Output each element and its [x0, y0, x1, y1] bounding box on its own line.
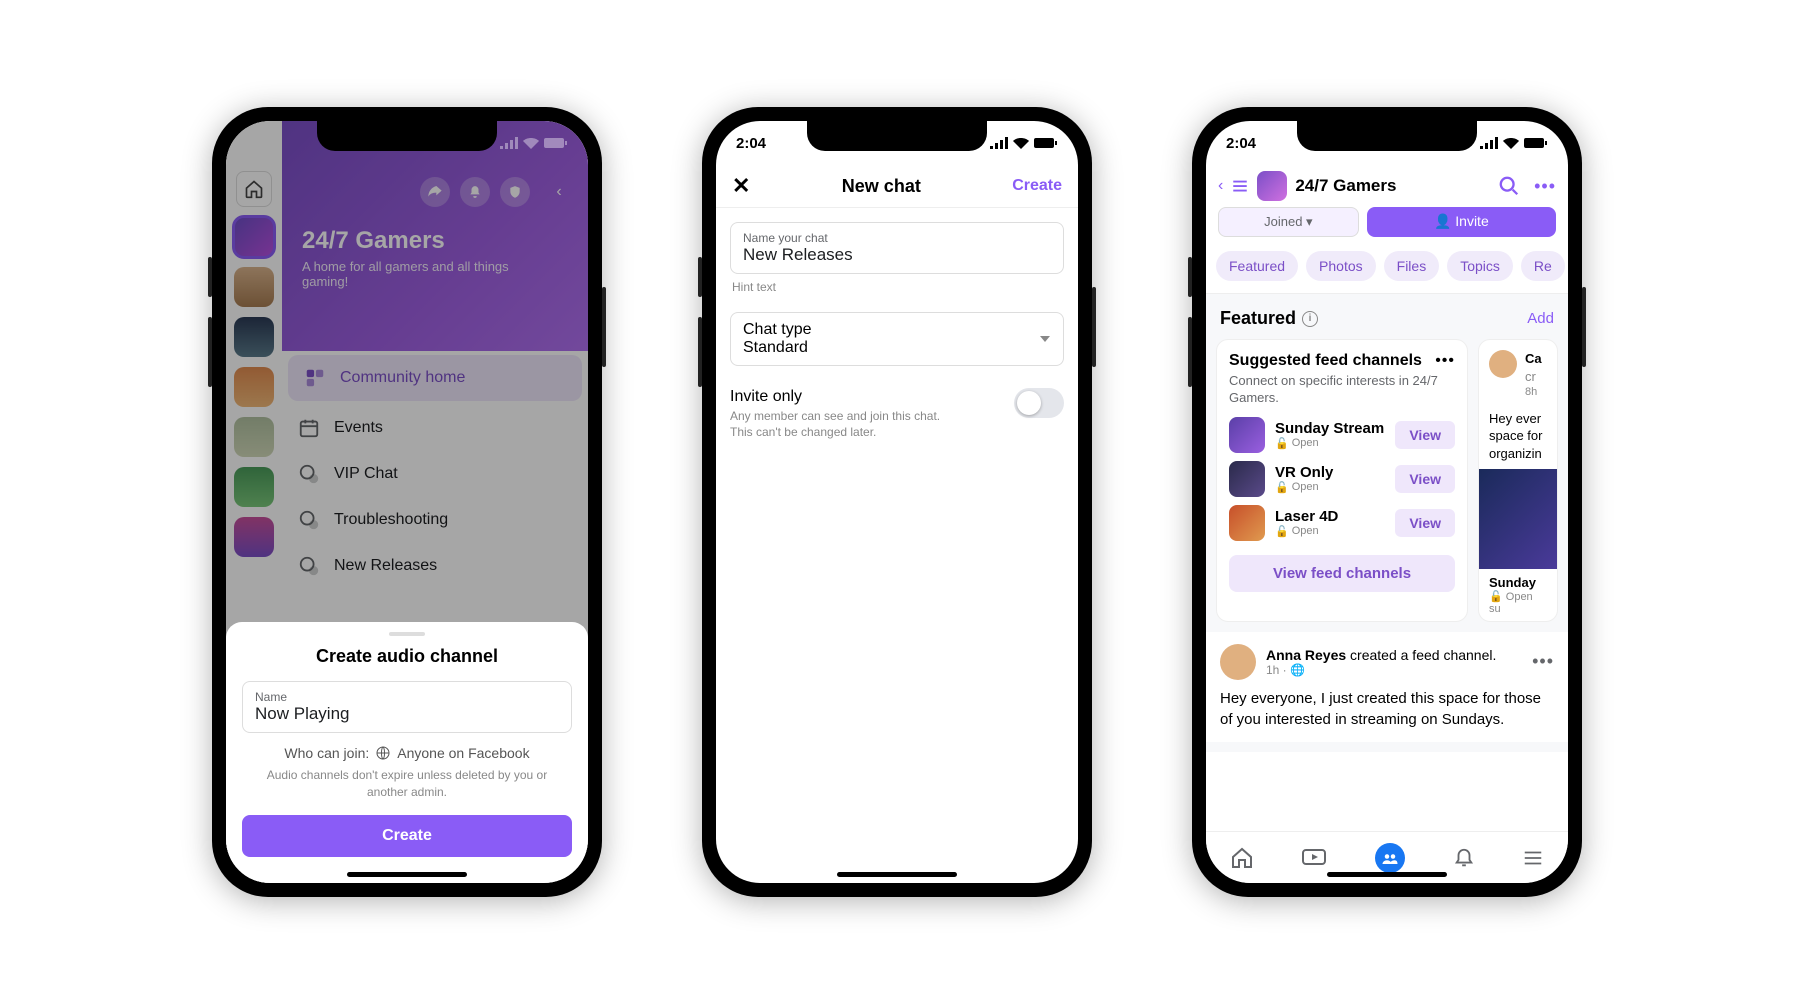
wifi-icon [1503, 137, 1519, 149]
create-link[interactable]: Create [1012, 177, 1062, 195]
view-button[interactable]: View [1395, 421, 1455, 449]
feed-post: Anna Reyes created a feed channel. 1h · … [1206, 632, 1568, 742]
nav-menu[interactable] [1522, 847, 1544, 869]
channel-row: Laser 4D 🔓 Open View [1229, 505, 1455, 541]
nav-home[interactable] [1230, 846, 1254, 870]
hint-text: Hint text [732, 280, 1062, 294]
view-feed-channels-button[interactable]: View feed channels [1229, 555, 1455, 592]
close-button[interactable]: ✕ [732, 173, 750, 199]
channel-thumb [1229, 417, 1265, 453]
tab-topics[interactable]: Topics [1447, 251, 1513, 281]
channel-thumb [1229, 461, 1265, 497]
sheet-grabber[interactable] [389, 632, 425, 636]
wifi-icon [523, 137, 539, 149]
view-button[interactable]: View [1395, 465, 1455, 493]
channel-row: Sunday Stream 🔓 Open View [1229, 417, 1455, 453]
search-icon[interactable] [1498, 175, 1520, 197]
featured-heading: Featured [1220, 308, 1296, 329]
sheet-hint: Audio channels don't expire unless delet… [242, 767, 572, 801]
signal-icon [500, 137, 518, 149]
add-link[interactable]: Add [1527, 310, 1554, 327]
who-can-join: Who can join: Anyone on Facebook [242, 745, 572, 761]
hamburger-icon [1231, 177, 1249, 195]
name-field[interactable]: Name Now Playing [242, 681, 572, 733]
field-value: New Releases [743, 245, 1051, 265]
preview-image [1479, 469, 1557, 569]
create-audio-sheet: Create audio channel Name Now Playing Wh… [226, 622, 588, 883]
status-time: 2:04 [1226, 135, 1256, 152]
suggested-channels-card: Suggested feed channels ••• Connect on s… [1216, 339, 1468, 622]
create-button[interactable]: Create [242, 815, 572, 857]
tab-more[interactable]: Re [1521, 251, 1565, 281]
tab-files[interactable]: Files [1384, 251, 1440, 281]
nav-watch[interactable] [1301, 846, 1327, 870]
group-title: 24/7 Gamers [1295, 176, 1490, 196]
channel-thumb [1229, 505, 1265, 541]
invite-only-sub: Any member can see and join this chat. T… [730, 408, 950, 440]
nav-notifications[interactable] [1453, 846, 1475, 870]
more-button[interactable]: ••• [1534, 176, 1556, 197]
battery-icon [1524, 137, 1548, 149]
wifi-icon [1013, 137, 1029, 149]
post-action: created a feed channel. [1350, 647, 1496, 663]
field-label: Chat type [743, 321, 811, 339]
invite-button[interactable]: 👤 Invite [1367, 207, 1556, 237]
card-title: Suggested feed channels [1229, 352, 1422, 370]
view-button[interactable]: View [1395, 509, 1455, 537]
header-title: New chat [842, 176, 921, 197]
phone-mockup-2: 2:04 ✕ New chat Create Name your chat Ne… [702, 107, 1092, 897]
new-chat-header: ✕ New chat Create [716, 165, 1078, 208]
phone-mockup-3: 2:04 ‹ 24/7 Gamers ••• Joined ▾ 👤 Invite… [1192, 107, 1582, 897]
group-header: ‹ 24/7 Gamers ••• [1206, 165, 1568, 207]
field-label: Name [255, 690, 559, 704]
battery-icon [1034, 137, 1058, 149]
channel-status: 🔓 Open [1275, 437, 1385, 450]
card-subtitle: Connect on specific interests in 24/7 Ga… [1229, 373, 1455, 407]
card-more[interactable]: ••• [1435, 352, 1455, 370]
chat-name-field[interactable]: Name your chat New Releases [730, 222, 1064, 274]
field-value: Now Playing [255, 704, 559, 724]
post-author[interactable]: Anna Reyes [1266, 647, 1346, 663]
signal-icon [990, 137, 1008, 149]
groups-icon [1381, 849, 1399, 867]
tabs-row: Featured Photos Files Topics Re [1206, 247, 1568, 293]
channel-name: VR Only [1275, 464, 1385, 481]
channel-name: Sunday Stream [1275, 420, 1385, 437]
menu-button[interactable] [1231, 177, 1249, 195]
joined-pill[interactable]: Joined ▾ [1218, 207, 1359, 237]
feed-preview-card[interactable]: Ca cr 8h Hey ever space for organizin Su… [1478, 339, 1558, 622]
chat-type-select[interactable]: Chat type Standard [730, 312, 1064, 366]
battery-icon [544, 137, 568, 149]
status-time: 2:04 [736, 135, 766, 152]
tab-photos[interactable]: Photos [1306, 251, 1376, 281]
avatar[interactable] [1220, 644, 1256, 680]
invite-only-toggle[interactable] [1014, 388, 1064, 418]
back-button[interactable]: ‹ [1218, 177, 1223, 195]
post-meta: 1h · 🌐 [1266, 663, 1496, 677]
avatar [1489, 350, 1517, 378]
nav-groups[interactable] [1375, 843, 1405, 873]
post-more[interactable]: ••• [1532, 651, 1554, 672]
channel-status: 🔓 Open [1275, 481, 1385, 494]
signal-icon [1480, 137, 1498, 149]
hamburger-icon [1522, 847, 1544, 869]
invite-only-label: Invite only [730, 388, 950, 406]
field-value: Standard [743, 339, 811, 357]
tab-featured[interactable]: Featured [1216, 251, 1298, 281]
channel-name: Laser 4D [1275, 508, 1385, 525]
sheet-title: Create audio channel [242, 646, 572, 667]
channel-row: VR Only 🔓 Open View [1229, 461, 1455, 497]
group-avatar[interactable] [1257, 171, 1287, 201]
watch-icon [1301, 846, 1327, 870]
channel-status: 🔓 Open [1275, 525, 1385, 538]
globe-icon [375, 745, 391, 761]
post-text: Hey everyone, I just created this space … [1220, 688, 1554, 730]
home-icon [1230, 846, 1254, 870]
phone-mockup-1: ‹ 24/7 Gamers A home for all gamers and … [212, 107, 602, 897]
info-icon[interactable]: i [1302, 311, 1318, 327]
field-label: Name your chat [743, 231, 1051, 245]
bell-icon [1453, 846, 1475, 870]
chevron-down-icon [1039, 333, 1051, 345]
